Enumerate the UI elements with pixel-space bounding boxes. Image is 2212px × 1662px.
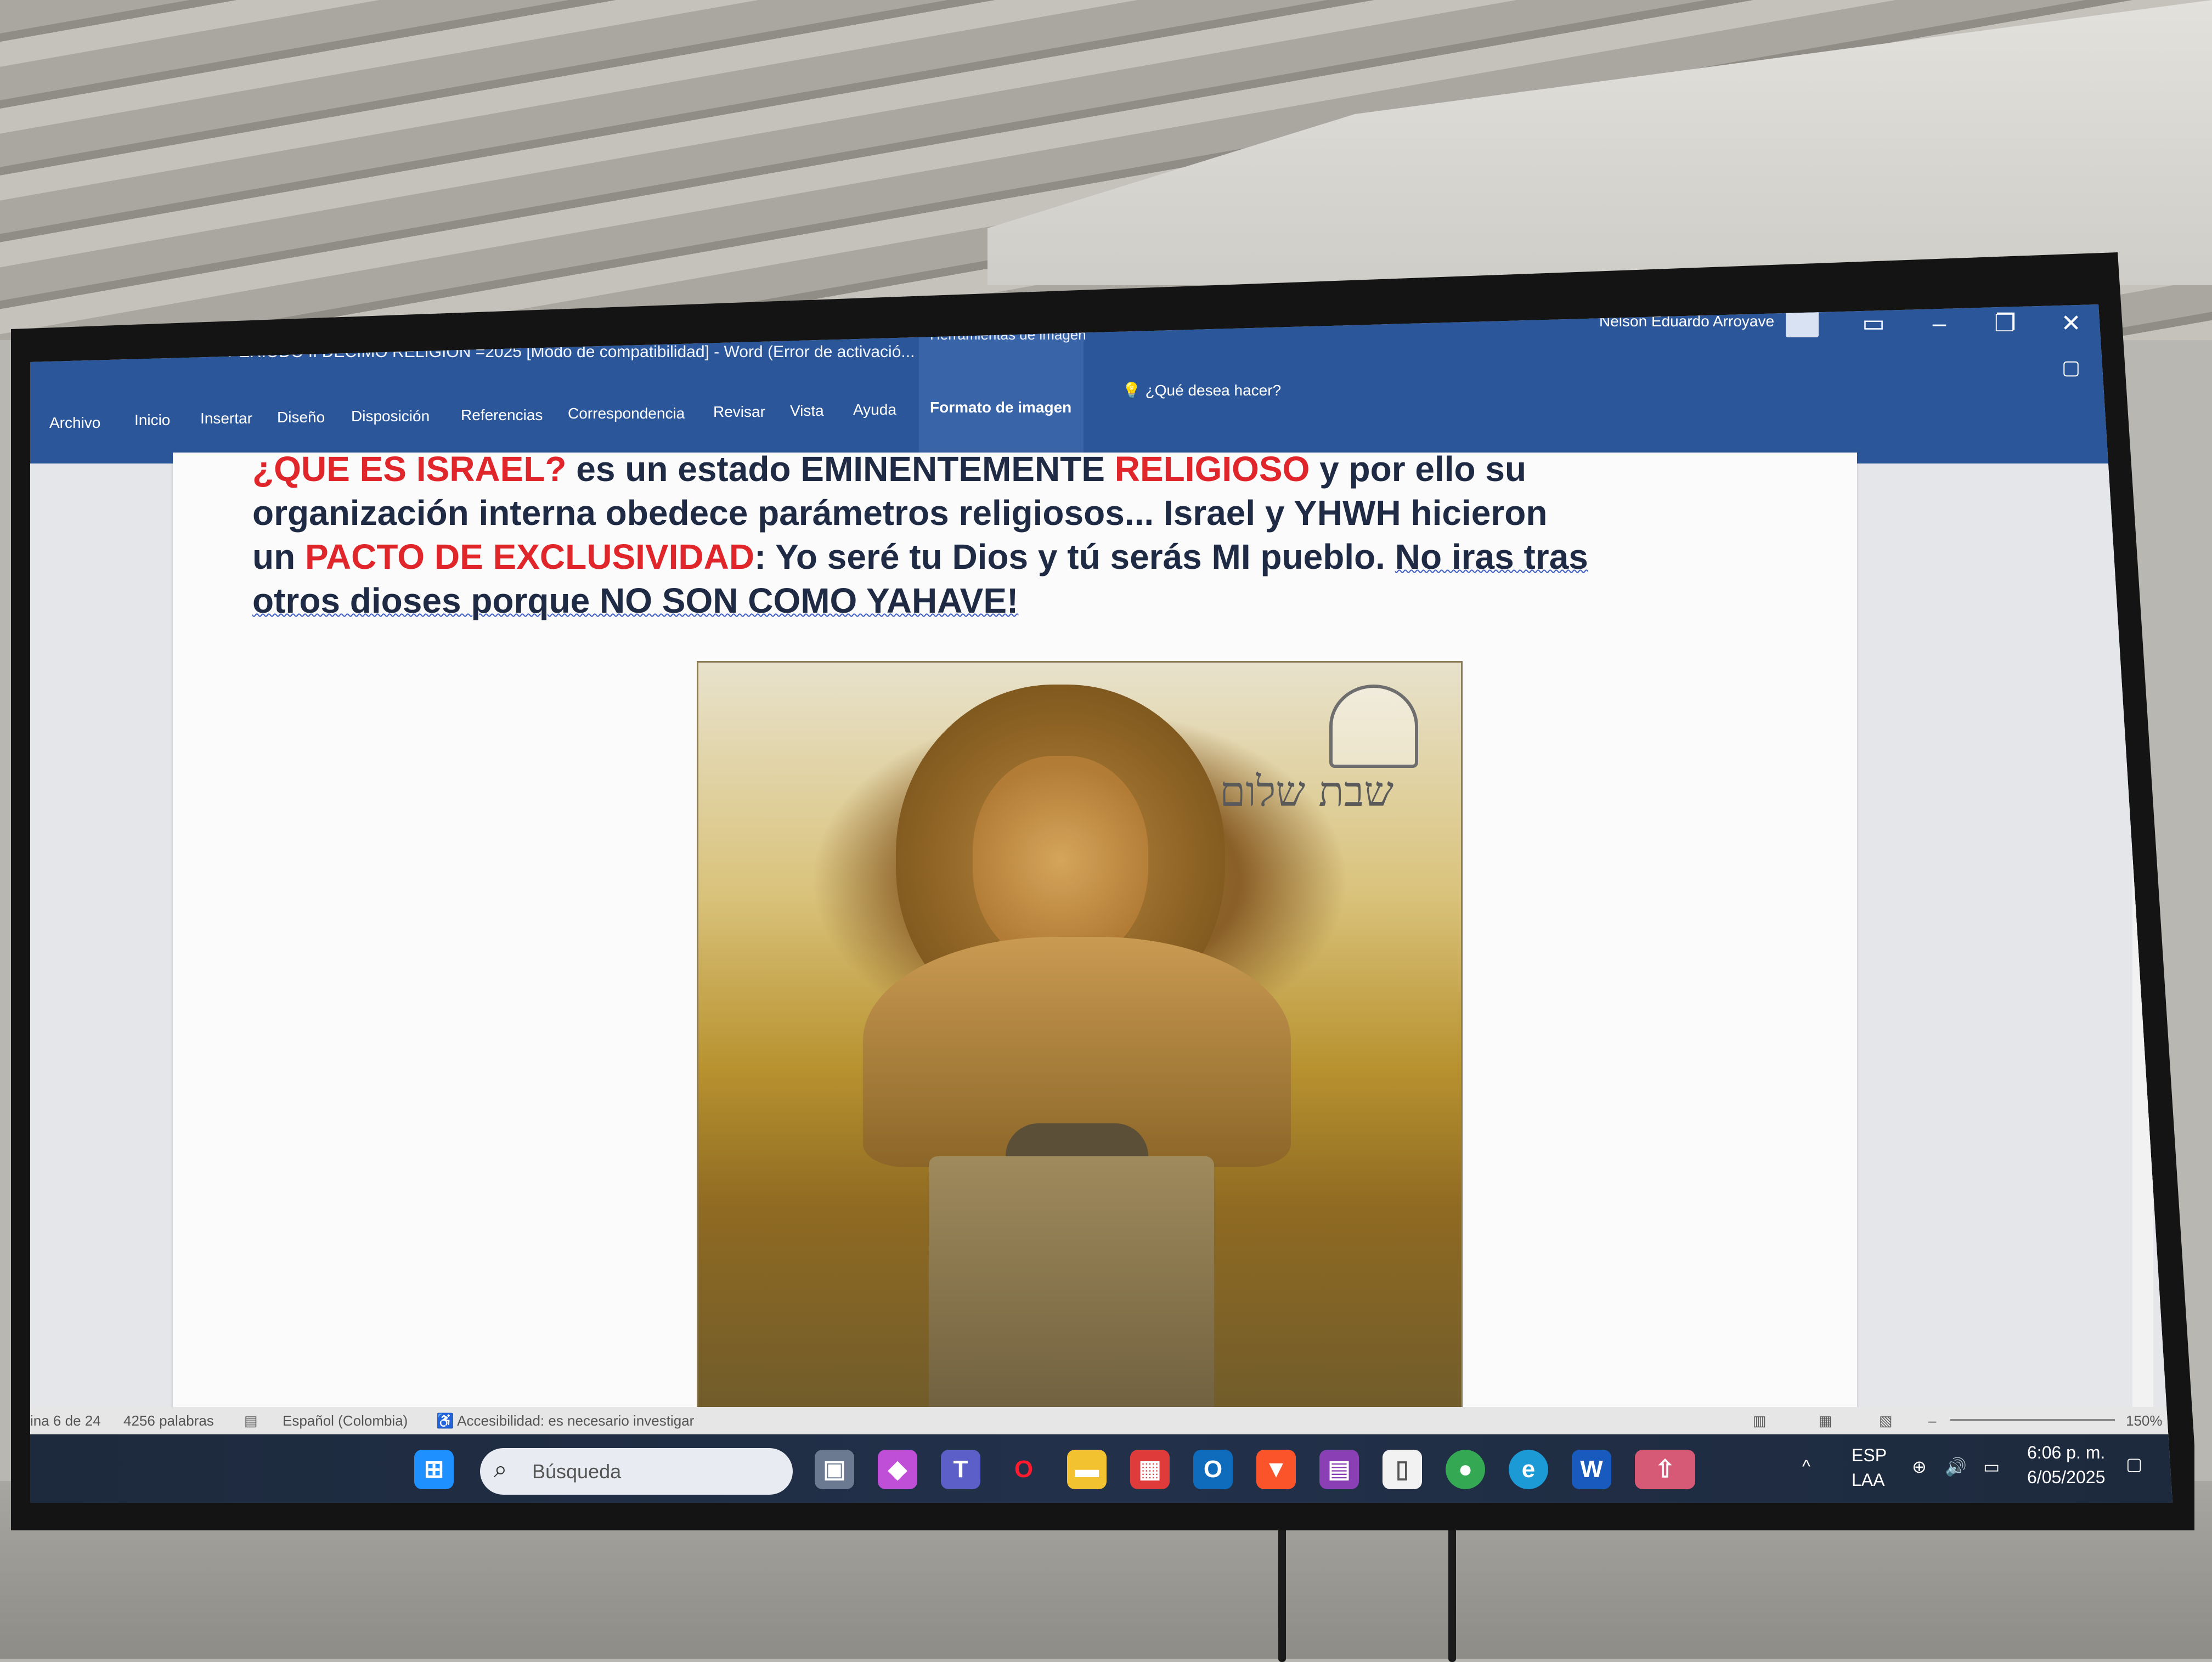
- tell-me-search[interactable]: 💡 ¿Qué desea hacer?: [1122, 381, 1281, 399]
- print-layout-icon[interactable]: ▦: [1819, 1412, 1832, 1429]
- battery-icon[interactable]: ▭: [1983, 1456, 2000, 1477]
- pacto-phrase: PACTO DE EXCLUSIVIDAD: [304, 537, 755, 576]
- notifications-icon[interactable]: ▢: [2126, 1454, 2142, 1474]
- heading-question: ¿QUE ES ISRAEL?: [252, 449, 567, 489]
- tab-correspondencia[interactable]: Correspondencia: [568, 405, 685, 422]
- accessibility-label: Accesibilidad: es necesario investigar: [457, 1412, 695, 1429]
- edge-icon[interactable]: e: [1509, 1450, 1548, 1489]
- document-area: ¿QUE ES ISRAEL? es un estado EMINENTEMEN…: [30, 449, 2172, 1443]
- cloud-upload-icon[interactable]: ⇧: [1635, 1450, 1695, 1489]
- word-count[interactable]: 4256 palabras: [123, 1412, 214, 1429]
- tab-diseno[interactable]: Diseño: [277, 409, 325, 426]
- tab-vista[interactable]: Vista: [790, 402, 824, 420]
- line-3: un PACTO DE EXCLUSIVIDAD: Yo seré tu Dio…: [252, 535, 1734, 579]
- lion-tank-image[interactable]: שבת שלום: [697, 661, 1463, 1443]
- religioso-word: RELIGIOSO: [1114, 449, 1310, 489]
- search-placeholder: Búsqueda: [532, 1460, 622, 1483]
- page-count[interactable]: ina 6 de 24: [30, 1412, 101, 1429]
- input-language-top[interactable]: ESP: [1852, 1445, 1887, 1466]
- input-language-bottom[interactable]: LAA: [1852, 1470, 1884, 1490]
- line-3-start: un: [252, 537, 305, 576]
- windows-taskbar: ⊞ ⌕ Búsqueda ▣ ◆ T O ▬ ▦ O ▼ ▤ ▯ ● e W ⇧…: [30, 1434, 2172, 1503]
- tab-revisar[interactable]: Revisar: [713, 403, 765, 421]
- status-bar: ina 6 de 24 4256 palabras ▤ Español (Col…: [30, 1407, 2172, 1434]
- tank: [929, 1156, 1214, 1431]
- word-icon[interactable]: W: [1572, 1450, 1611, 1489]
- idf-emblem-icon: [1329, 685, 1418, 768]
- tab-insertar[interactable]: Insertar: [200, 410, 252, 427]
- close-icon[interactable]: ✕: [2049, 304, 2093, 343]
- tab-inicio[interactable]: Inicio: [134, 411, 170, 429]
- tab-formato-de-imagen[interactable]: Formato de imagen: [930, 399, 1071, 416]
- comments-icon[interactable]: ▢: [2049, 348, 2093, 387]
- taskbar-search[interactable]: ⌕ Búsqueda: [480, 1448, 793, 1495]
- show-hidden-icons-icon[interactable]: ^: [1802, 1456, 1810, 1477]
- windows-start-icon[interactable]: ⊞: [414, 1450, 454, 1489]
- zoom-out-icon[interactable]: –: [1928, 1412, 1936, 1429]
- cable: [1278, 1519, 1286, 1662]
- restore-icon[interactable]: ❐: [1983, 304, 2027, 343]
- search-icon: ⌕: [494, 1456, 507, 1483]
- tab-archivo[interactable]: Archivo: [49, 414, 100, 432]
- network-icon[interactable]: ⊕: [1912, 1456, 1927, 1477]
- line-2: organización interna obedece parámetros …: [252, 493, 1548, 533]
- opera-icon[interactable]: O: [1004, 1450, 1043, 1489]
- lion-face: [973, 756, 1148, 964]
- zoom-slider[interactable]: [1950, 1419, 2115, 1421]
- line-3-text: : Yo seré tu Dios y tú serás MI pueblo.: [754, 537, 1395, 576]
- picture-tools-group: Herramientas de imagen: [919, 315, 1086, 458]
- line-1-text: es un estado EMINENTEMENTE: [566, 449, 1115, 489]
- task-view-icon[interactable]: ▣: [815, 1450, 854, 1489]
- monitor-screen: ▣ ↶ ↻ ▾ PERIODO II DECIMO RELIGION =2025…: [30, 304, 2172, 1503]
- lightbulb-icon: 💡: [1122, 382, 1141, 399]
- tab-referencias[interactable]: Referencias: [461, 406, 543, 424]
- copilot-icon[interactable]: ◆: [878, 1450, 917, 1489]
- document-icon[interactable]: ▯: [1383, 1450, 1422, 1489]
- brave-icon[interactable]: ▼: [1256, 1450, 1296, 1489]
- accessibility-status[interactable]: ♿ Accesibilidad: es necesario investigar: [436, 1412, 694, 1429]
- hebrew-caption: שבת שלום: [1220, 767, 1394, 816]
- volume-icon[interactable]: 🔊: [1945, 1456, 1967, 1477]
- proofing-icon[interactable]: ▤: [244, 1412, 258, 1429]
- line-1-end: y por ello su: [1310, 449, 1527, 489]
- line-3-end: No iras tras: [1395, 537, 1588, 576]
- gift-icon[interactable]: ▦: [1130, 1450, 1170, 1489]
- zoom-level[interactable]: 150%: [2126, 1412, 2163, 1429]
- language-indicator[interactable]: Español (Colombia): [283, 1412, 408, 1429]
- tab-ayuda[interactable]: Ayuda: [853, 401, 896, 419]
- tell-me-label: ¿Qué desea hacer?: [1145, 382, 1282, 399]
- document-page[interactable]: ¿QUE ES ISRAEL? es un estado EMINENTEMEN…: [173, 449, 1857, 1443]
- clock-date[interactable]: 6/05/2025: [2027, 1467, 2105, 1488]
- teams-icon[interactable]: T: [941, 1450, 980, 1489]
- winrar-icon[interactable]: ▤: [1319, 1450, 1359, 1489]
- tab-disposicion[interactable]: Disposición: [351, 408, 430, 425]
- document-paragraph[interactable]: ¿QUE ES ISRAEL? es un estado EMINENTEMEN…: [252, 447, 1734, 623]
- accessibility-icon: ♿: [436, 1412, 454, 1429]
- cable: [1448, 1519, 1456, 1662]
- line-1: ¿QUE ES ISRAEL? es un estado EMINENTEMEN…: [252, 447, 1734, 491]
- file-explorer-icon[interactable]: ▬: [1067, 1450, 1107, 1489]
- web-layout-icon[interactable]: ▧: [1879, 1412, 1893, 1429]
- clock-time[interactable]: 6:06 p. m.: [2027, 1443, 2105, 1463]
- read-mode-icon[interactable]: ▥: [1753, 1412, 1767, 1429]
- line-4: otros dioses porque NO SON COMO YAHAVE!: [252, 581, 1019, 620]
- minimize-icon[interactable]: –: [1917, 304, 1961, 343]
- outlook-icon[interactable]: O: [1193, 1450, 1233, 1489]
- chrome-icon[interactable]: ●: [1446, 1450, 1485, 1489]
